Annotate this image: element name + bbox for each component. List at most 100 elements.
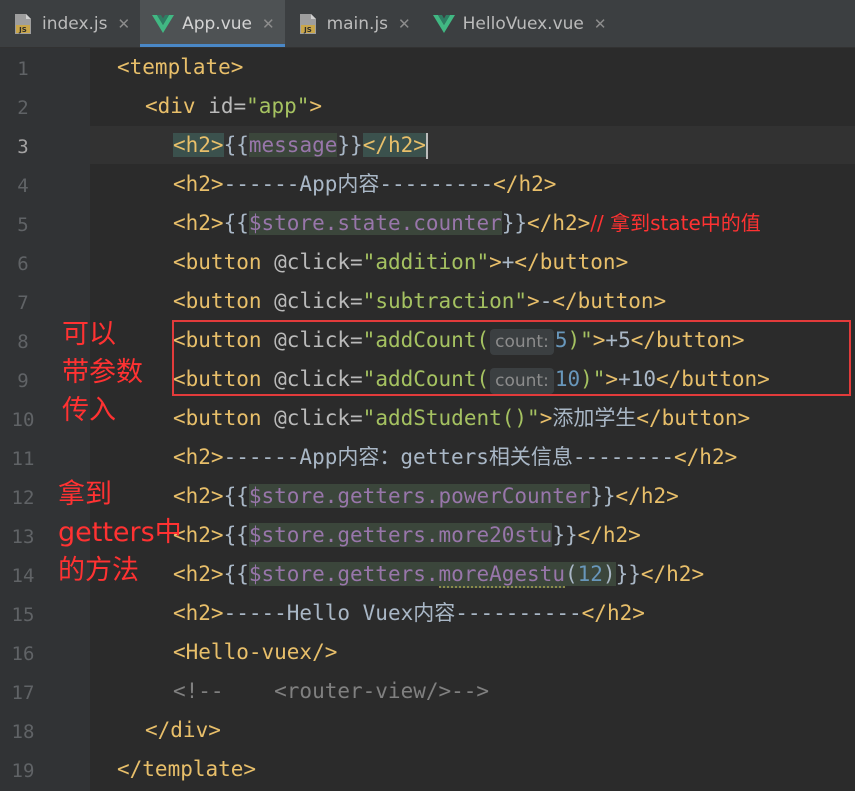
tag-token: </h2> xyxy=(362,133,426,157)
tag-token: </div> xyxy=(145,718,221,742)
tag-token: <h2> xyxy=(173,211,224,235)
code-line-current: <h2>{{message}}</h2> xyxy=(90,126,855,164)
tab-app-vue[interactable]: App.vue ✕ xyxy=(140,0,285,47)
close-icon[interactable]: ✕ xyxy=(594,15,607,33)
code-line: </template> xyxy=(90,750,855,788)
tab-label: HelloVuex.vue xyxy=(462,13,584,34)
code-editor[interactable]: <template> <div id="app"> <h2>{{message}… xyxy=(90,48,855,791)
mustache-close: }} xyxy=(552,523,578,547)
tab-label: App.vue xyxy=(182,13,252,34)
tag-token: > xyxy=(539,406,553,430)
close-icon[interactable]: ✕ xyxy=(398,15,411,33)
code-line: <template> xyxy=(90,48,855,86)
code-line: <h2>-----Hello Vuex内容----------</h2> xyxy=(90,594,855,632)
annotation-getters: 拿到 getters中 的方法 xyxy=(58,479,182,586)
mustache-open: {{ xyxy=(223,523,249,547)
vue-file-icon xyxy=(152,12,175,36)
tab-hellovuex-vue[interactable]: HelloVuex.vue ✕ xyxy=(421,0,617,47)
code-line: <div id="app"> xyxy=(90,87,855,125)
line-number: 16 xyxy=(11,643,35,665)
code-line: <h2>{{$store.getters.more20stu}}</h2> xyxy=(90,516,855,554)
js-file-icon: JS xyxy=(12,12,34,36)
string-token: "app" xyxy=(246,94,310,118)
attr-token: @click= xyxy=(261,289,363,313)
mustache-open: {{ xyxy=(223,133,249,157)
ide-window: { "tabs": [ {"label": "index.js", "icon"… xyxy=(0,0,855,791)
tag-token: <h2> xyxy=(173,172,224,196)
tag-token: > xyxy=(309,94,323,118)
text-token: + xyxy=(501,250,515,274)
tag-token: <h2> xyxy=(173,601,224,625)
code-line: <h2>------App内容：getters相关信息--------</h2> xyxy=(90,438,855,476)
comment-token: <!-- <router-view/>--> xyxy=(173,679,490,703)
tag-token: <div xyxy=(145,94,196,118)
tag-token: <Hello-vuex/> xyxy=(173,640,338,664)
expression-token: $store.getters. xyxy=(248,562,439,586)
mustache-close: }} xyxy=(337,133,363,157)
attr-token: @click= xyxy=(261,406,363,430)
line-number: 8 xyxy=(17,331,29,353)
js-file-icon: JS xyxy=(297,12,319,36)
text-caret xyxy=(425,133,428,159)
line-number: 3 xyxy=(17,136,29,158)
tab-main-js[interactable]: JS main.js ✕ xyxy=(285,0,421,47)
tag-token: </h2> xyxy=(581,601,645,625)
expression-token: $store.state.counter xyxy=(248,211,502,235)
text-token: ------App内容：getters相关信息-------- xyxy=(223,445,675,469)
code-line: <h2>{{$store.getters.moreAgestu(12)}}</h… xyxy=(90,555,855,593)
expression-token: moreAgestu xyxy=(438,562,565,588)
line-number: 4 xyxy=(17,175,29,197)
string-token: "subtraction" xyxy=(362,289,528,313)
code-line: <h2>{{$store.state.counter}}</h2>// 拿到st… xyxy=(90,204,855,242)
line-number: 7 xyxy=(17,292,29,314)
mustache-close: }} xyxy=(501,211,528,235)
line-number: 17 xyxy=(11,682,35,704)
attr-token: @click= xyxy=(261,250,363,274)
code-line: <Hello-vuex/> xyxy=(90,633,855,671)
mustache-close: }} xyxy=(615,562,641,586)
string-token: "addition" xyxy=(362,250,490,274)
tab-label: index.js xyxy=(42,13,108,34)
tag-token: <template> xyxy=(117,55,244,79)
code-line: <button @click="addStudent()">添加学生</butt… xyxy=(90,399,855,437)
attr-token: id= xyxy=(195,94,247,118)
mustache-open: {{ xyxy=(223,211,249,235)
line-number: 15 xyxy=(11,604,35,626)
tag-token: </h2> xyxy=(674,445,738,469)
tag-token: <button xyxy=(173,250,262,274)
tag-token: </button> xyxy=(552,289,667,313)
code-line: </div> xyxy=(90,711,855,749)
line-number: 1 xyxy=(17,58,29,80)
highlight-box xyxy=(172,320,851,396)
code-line: <button @click="addition">+</button> xyxy=(90,243,855,281)
tag-token: </h2> xyxy=(640,562,705,586)
close-icon[interactable]: ✕ xyxy=(262,15,275,33)
line-number: 6 xyxy=(17,253,29,275)
tag-token: > xyxy=(489,250,502,274)
tab-index-js[interactable]: JS index.js ✕ xyxy=(0,0,140,47)
tag-token: > xyxy=(527,289,540,313)
paren-token: ) xyxy=(602,562,616,586)
line-number: 12 xyxy=(11,487,35,509)
mustache-close: }} xyxy=(590,484,616,508)
expression-token: $store.getters.powerCounter xyxy=(248,484,591,508)
tag-token: <h2> xyxy=(173,133,224,157)
code-line: <button @click="subtraction">-</button> xyxy=(90,282,855,320)
tag-token: </h2> xyxy=(527,211,591,235)
tab-label: main.js xyxy=(326,13,389,34)
editor-tab-bar: JS index.js ✕ App.vue ✕ JS main.js ✕ Hel… xyxy=(0,0,855,48)
line-number: 11 xyxy=(11,448,35,470)
paren-token: ( xyxy=(564,562,578,586)
tag-token: <h2> xyxy=(173,445,224,469)
string-token: "addStudent()" xyxy=(362,406,540,430)
tag-token: </h2> xyxy=(615,484,679,508)
vue-file-icon xyxy=(432,12,455,36)
close-icon[interactable]: ✕ xyxy=(118,15,131,33)
tag-token: <button xyxy=(173,289,262,313)
text-token: ------App内容--------- xyxy=(223,172,494,196)
line-number: 2 xyxy=(17,97,29,119)
inline-annotation: // 拿到state中的值 xyxy=(590,211,761,235)
line-number: 19 xyxy=(11,760,35,782)
line-number: 13 xyxy=(11,526,35,548)
text-token: - xyxy=(539,289,553,313)
